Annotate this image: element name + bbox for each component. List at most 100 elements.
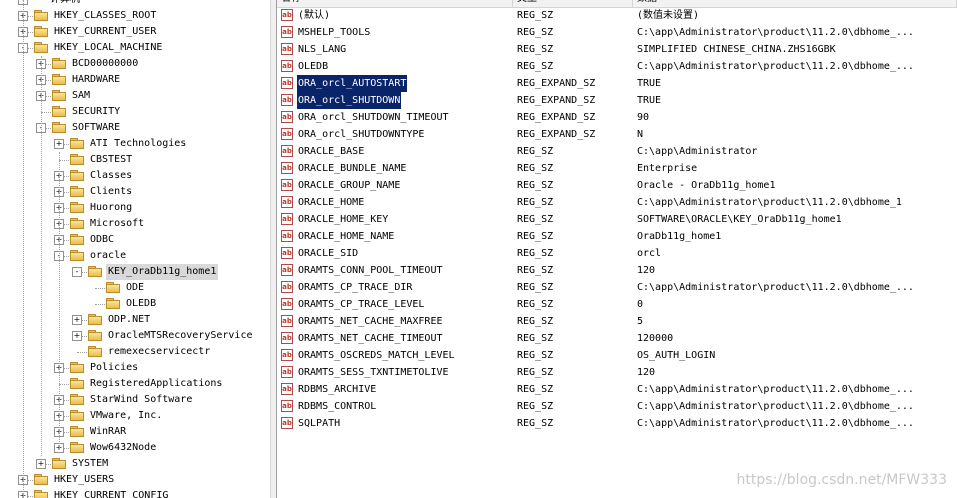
tree-node-label: Clients bbox=[90, 186, 133, 197]
collapse-icon[interactable]: - bbox=[72, 267, 82, 277]
value-type: REG_SZ bbox=[517, 27, 554, 38]
string-value-icon: ab bbox=[281, 332, 293, 344]
list-row[interactable]: ab ORAMTS_OSCREDS_MATCH_LEVEL REG_SZ OS_AUT… bbox=[277, 347, 957, 364]
expand-icon[interactable]: + bbox=[36, 459, 46, 469]
tree-guide-line bbox=[23, 0, 24, 498]
list-row[interactable]: ab ORACLE_HOME REG_SZ C:\app\Administrator\… bbox=[277, 194, 957, 211]
value-type: REG_SZ bbox=[517, 418, 554, 429]
tree-node-label: BCD00000000 bbox=[72, 58, 139, 69]
tree-node-label: HKEY_CURRENT_USER bbox=[54, 26, 157, 37]
tree-node-label: KEY_OraDb11g_home1 bbox=[106, 264, 219, 280]
tree-node-label: Microsoft bbox=[90, 218, 145, 229]
expand-icon[interactable]: + bbox=[72, 331, 82, 341]
list-row[interactable]: ab ORA_orcl_SHUTDOWNTYPE REG_EXPAND_SZ N bbox=[277, 126, 957, 143]
list-row[interactable]: ab ORA_orcl_SHUTDOWN REG_EXPAND_SZ TRUE bbox=[277, 92, 957, 109]
list-row[interactable]: ab ORACLE_BASE REG_SZ C:\app\Administrator bbox=[277, 143, 957, 160]
tree-node-label: ODBC bbox=[90, 234, 115, 245]
value-type: REG_SZ bbox=[517, 299, 554, 310]
value-type: REG_SZ bbox=[517, 44, 554, 55]
list-row[interactable]: ab ORA_orcl_AUTOSTART REG_EXPAND_SZ TRUE bbox=[277, 75, 957, 92]
value-name: ORACLE_GROUP_NAME bbox=[298, 180, 401, 191]
value-type: REG_EXPAND_SZ bbox=[517, 95, 596, 106]
value-name: ORAMTS_OSCREDS_MATCH_LEVEL bbox=[298, 350, 455, 361]
folder-icon bbox=[52, 74, 66, 85]
list-row[interactable]: ab (默认) REG_SZ (数值未设置) bbox=[277, 7, 957, 24]
folder-icon bbox=[34, 42, 48, 53]
string-value-icon: ab bbox=[281, 94, 293, 106]
list-row[interactable]: ab RDBMS_ARCHIVE REG_SZ C:\app\Administrato… bbox=[277, 381, 957, 398]
value-data: C:\app\Administrator\product\11.2.0\dbho… bbox=[637, 61, 914, 72]
value-name: ORACLE_BUNDLE_NAME bbox=[298, 163, 407, 174]
value-name: ORACLE_HOME_KEY bbox=[298, 214, 389, 225]
registry-tree-pane[interactable]: - 计算机 + HKEY_CLASSES_ROOT + HKEY_CURRENT_US… bbox=[0, 0, 270, 498]
tree-node-label: HARDWARE bbox=[72, 74, 121, 85]
list-row[interactable]: ab OLEDB REG_SZ C:\app\Administrator\produc… bbox=[277, 58, 957, 75]
folder-icon bbox=[70, 186, 84, 197]
folder-icon bbox=[52, 90, 66, 101]
folder-icon bbox=[88, 346, 102, 357]
value-data: 120 bbox=[637, 367, 656, 378]
registry-values-list[interactable]: 名称 类型 数据 ab (默认) REG_SZ (数值未设置) ab MSHELP_TOO… bbox=[277, 0, 957, 498]
tree-guide-line bbox=[59, 152, 60, 448]
value-name: ORA_orcl_SHUTDOWN_TIMEOUT bbox=[298, 112, 449, 123]
list-row[interactable]: ab ORA_orcl_SHUTDOWN_TIMEOUT REG_EXPAND_SZ… bbox=[277, 109, 957, 126]
list-row[interactable]: ab ORAMTS_CP_TRACE_DIR REG_SZ C:\app\Admini… bbox=[277, 279, 957, 296]
value-type: REG_SZ bbox=[517, 401, 554, 412]
list-row[interactable]: ab ORACLE_SID REG_SZ orcl bbox=[277, 245, 957, 262]
list-row[interactable]: ab ORACLE_HOME_KEY REG_SZ SOFTWARE\ORACLE\K… bbox=[277, 211, 957, 228]
list-row[interactable]: ab NLS_LANG REG_SZ SIMPLIFIED CHINESE_CHINA… bbox=[277, 41, 957, 58]
value-type: REG_SZ bbox=[517, 265, 554, 276]
value-data: orcl bbox=[637, 248, 662, 259]
string-value-icon: ab bbox=[281, 196, 293, 208]
value-type: REG_SZ bbox=[517, 384, 554, 395]
folder-icon bbox=[70, 250, 84, 261]
string-value-icon: ab bbox=[281, 298, 293, 310]
value-name: ORAMTS_CP_TRACE_LEVEL bbox=[298, 299, 425, 310]
tree-node-label: oracle bbox=[90, 250, 127, 261]
folder-icon bbox=[70, 218, 84, 229]
tree-node-label: WinRAR bbox=[90, 426, 127, 437]
value-name: ORA_orcl_SHUTDOWNTYPE bbox=[298, 129, 425, 140]
string-value-icon: ab bbox=[281, 213, 293, 225]
value-name: ORACLE_HOME_NAME bbox=[298, 231, 395, 242]
value-data: TRUE bbox=[637, 78, 662, 89]
string-value-icon: ab bbox=[281, 111, 293, 123]
tree-node-label: HKEY_CLASSES_ROOT bbox=[54, 10, 157, 21]
folder-icon bbox=[52, 122, 66, 133]
value-type: REG_SZ bbox=[517, 214, 554, 225]
value-data: C:\app\Administrator\product\11.2.0\dbho… bbox=[637, 418, 914, 429]
list-row[interactable]: ab RDBMS_CONTROL REG_SZ C:\app\Administrato… bbox=[277, 398, 957, 415]
column-header-data[interactable]: 数据 bbox=[633, 0, 957, 7]
value-type: REG_SZ bbox=[517, 10, 554, 21]
value-data: 120000 bbox=[637, 333, 674, 344]
tree-node-label: OLEDB bbox=[126, 298, 157, 309]
list-row[interactable]: ab SQLPATH REG_SZ C:\app\Administrator\prod… bbox=[277, 415, 957, 432]
list-row[interactable]: ab MSHELP_TOOLS REG_SZ C:\app\Administrator… bbox=[277, 24, 957, 41]
list-row[interactable]: ab ORACLE_HOME_NAME REG_SZ OraDb11g_home1 bbox=[277, 228, 957, 245]
column-header-type[interactable]: 类型 bbox=[513, 0, 633, 7]
folder-icon bbox=[70, 170, 84, 181]
tree-node-label: ATI Technologies bbox=[90, 138, 187, 149]
tree-node-label: RegisteredApplications bbox=[90, 378, 223, 389]
pane-splitter[interactable] bbox=[270, 0, 277, 498]
list-row[interactable]: ab ORAMTS_NET_CACHE_TIMEOUT REG_SZ 120000 bbox=[277, 330, 957, 347]
list-row[interactable]: ab ORACLE_BUNDLE_NAME REG_SZ Enterprise bbox=[277, 160, 957, 177]
tree-node-label: ODE bbox=[126, 282, 145, 293]
value-name: ORAMTS_SESS_TXNTIMETOLIVE bbox=[298, 367, 449, 378]
list-row[interactable]: ab ORAMTS_CONN_POOL_TIMEOUT REG_SZ 120 bbox=[277, 262, 957, 279]
folder-icon bbox=[70, 394, 84, 405]
string-value-icon: ab bbox=[281, 162, 293, 174]
list-row[interactable]: ab ORAMTS_CP_TRACE_LEVEL REG_SZ 0 bbox=[277, 296, 957, 313]
expand-icon[interactable]: + bbox=[54, 139, 64, 149]
tree-node-label: SECURITY bbox=[72, 106, 121, 117]
value-name: RDBMS_ARCHIVE bbox=[298, 384, 377, 395]
value-name: ORACLE_HOME bbox=[298, 197, 365, 208]
list-row[interactable]: ab ORACLE_GROUP_NAME REG_SZ Oracle - OraDb1… bbox=[277, 177, 957, 194]
folder-icon bbox=[70, 378, 84, 389]
column-header-name[interactable]: 名称 bbox=[277, 0, 513, 7]
value-name: NLS_LANG bbox=[298, 44, 347, 55]
list-row[interactable]: ab ORAMTS_SESS_TXNTIMETOLIVE REG_SZ 120 bbox=[277, 364, 957, 381]
expand-icon[interactable]: + bbox=[72, 315, 82, 325]
tree-root-label: 计算机 bbox=[48, 0, 82, 8]
list-row[interactable]: ab ORAMTS_NET_CACHE_MAXFREE REG_SZ 5 bbox=[277, 313, 957, 330]
